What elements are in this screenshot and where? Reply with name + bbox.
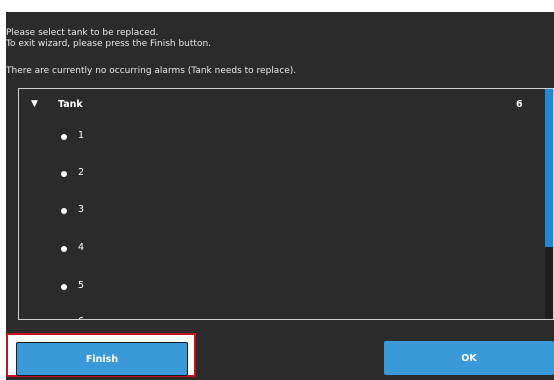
- expand-triangle-icon[interactable]: ▼: [31, 99, 38, 109]
- tree-item-label: 5: [78, 280, 85, 291]
- tree-header-tank[interactable]: ▼ Tank 6: [19, 89, 553, 121]
- tree-item-label: 2: [78, 167, 85, 178]
- dialog-panel: Please select tank to be replaced. To ex…: [6, 12, 554, 380]
- finish-button[interactable]: Finish: [16, 342, 188, 376]
- tree-item-tank-2[interactable]: 2: [19, 166, 553, 186]
- dialog-footer: Finish OK: [6, 320, 554, 380]
- list-scrollbar[interactable]: [545, 89, 553, 319]
- finish-highlight-frame: Finish: [6, 333, 196, 377]
- bullet-icon: [61, 208, 67, 214]
- bullet-icon: [61, 284, 67, 290]
- tree-item-tank-4[interactable]: 4: [19, 241, 553, 261]
- alarm-status-text: There are currently no occurring alarms …: [6, 66, 297, 76]
- tree-header-title: Tank: [58, 99, 83, 110]
- tree-item-label: 4: [78, 242, 85, 253]
- instruction-text: Please select tank to be replaced. To ex…: [6, 28, 211, 49]
- tree-item-tank-5[interactable]: 5: [19, 279, 553, 299]
- tree-item-label: 1: [78, 130, 85, 141]
- instruction-line-1: Please select tank to be replaced.: [6, 28, 159, 38]
- tree-item-tank-3[interactable]: 3: [19, 203, 553, 223]
- bullet-icon: [61, 171, 67, 177]
- finish-highlight-inner: Finish: [10, 337, 192, 376]
- tank-tree-list[interactable]: ▼ Tank 6 1 2 3 4 5 6: [18, 88, 554, 320]
- instruction-line-2: To exit wizard, please press the Finish …: [6, 38, 212, 49]
- tree-header-count: 6: [516, 99, 523, 110]
- scrollbar-thumb[interactable]: [545, 89, 553, 247]
- tree-item-label: 3: [78, 204, 85, 215]
- bullet-icon: [61, 134, 67, 140]
- tree-item-tank-1[interactable]: 1: [19, 129, 553, 149]
- ok-button[interactable]: OK: [384, 341, 554, 375]
- bullet-icon: [61, 246, 67, 252]
